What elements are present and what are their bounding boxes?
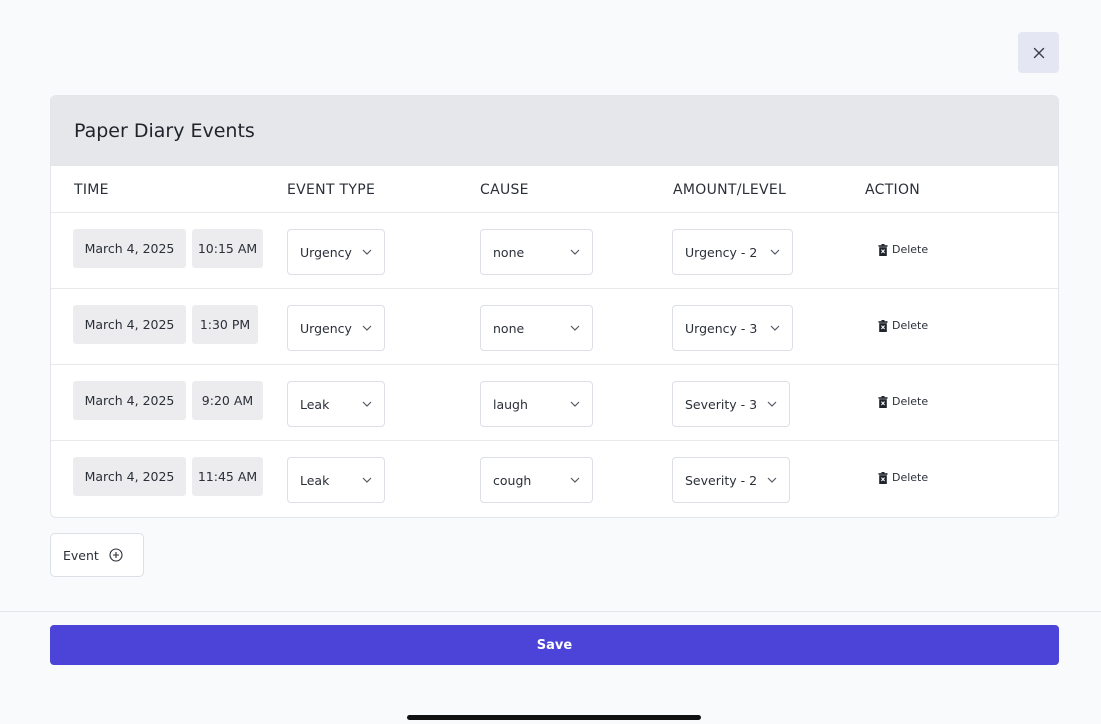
table-header: TIME EVENT TYPE CAUSE AMOUNT/LEVEL ACTIO…	[51, 166, 1058, 213]
column-header-cause: CAUSE	[480, 181, 529, 198]
trash-icon	[878, 395, 888, 408]
table-row: March 4, 2025 1:30 PM Urgency none Urgen…	[51, 289, 1058, 365]
chevron-down-icon	[767, 477, 777, 483]
add-event-button[interactable]: Event	[50, 533, 144, 577]
home-indicator	[407, 715, 701, 720]
time-field[interactable]: 10:15 AM	[192, 229, 263, 268]
event-type-value: Urgency	[300, 244, 352, 260]
card-title: Paper Diary Events	[74, 120, 255, 142]
time-field[interactable]: 1:30 PM	[192, 305, 258, 344]
date-field[interactable]: March 4, 2025	[73, 457, 186, 496]
amount-level-select[interactable]: Severity - 3	[672, 381, 790, 427]
chevron-down-icon	[770, 325, 780, 331]
chevron-down-icon	[570, 401, 580, 407]
date-field[interactable]: March 4, 2025	[73, 381, 186, 420]
table-row: March 4, 2025 9:20 AM Leak laugh Severit…	[51, 365, 1058, 441]
footer-divider	[0, 611, 1101, 612]
amount-level-select[interactable]: Urgency - 3	[672, 305, 793, 351]
delete-label: Delete	[892, 471, 929, 484]
chevron-down-icon	[570, 325, 580, 331]
chevron-down-icon	[770, 249, 780, 255]
column-header-amount-level: AMOUNT/LEVEL	[673, 181, 787, 198]
cause-select[interactable]: laugh	[480, 381, 593, 427]
event-type-select[interactable]: Leak	[287, 381, 385, 427]
event-type-value: Leak	[300, 472, 330, 488]
cause-value: cough	[493, 472, 532, 488]
event-type-select[interactable]: Urgency	[287, 229, 385, 275]
delete-label: Delete	[892, 319, 929, 332]
amount-level-value: Severity - 3	[685, 396, 758, 412]
chevron-down-icon	[362, 325, 372, 331]
delete-button[interactable]: Delete	[878, 471, 928, 484]
table-row: March 4, 2025 10:15 AM Urgency none Urge…	[51, 213, 1058, 289]
amount-level-value: Urgency - 3	[685, 320, 758, 336]
save-button[interactable]: Save	[50, 625, 1059, 665]
cause-select[interactable]: none	[480, 229, 593, 275]
chevron-down-icon	[362, 477, 372, 483]
column-header-event-type: EVENT TYPE	[287, 181, 376, 198]
trash-icon	[878, 319, 888, 332]
trash-icon	[878, 471, 888, 484]
cause-value: none	[493, 244, 525, 260]
date-field[interactable]: March 4, 2025	[73, 229, 186, 268]
time-field[interactable]: 11:45 AM	[192, 457, 263, 496]
amount-level-value: Urgency - 2	[685, 244, 758, 260]
cause-select[interactable]: cough	[480, 457, 593, 503]
delete-label: Delete	[892, 243, 929, 256]
card-header: Paper Diary Events	[51, 96, 1058, 166]
chevron-down-icon	[362, 249, 372, 255]
chevron-down-icon	[362, 401, 372, 407]
trash-icon	[878, 243, 888, 256]
chevron-down-icon	[767, 401, 777, 407]
delete-button[interactable]: Delete	[878, 395, 928, 408]
table-row: March 4, 2025 11:45 AM Leak cough Severi…	[51, 441, 1058, 517]
cause-select[interactable]: none	[480, 305, 593, 351]
chevron-down-icon	[570, 477, 580, 483]
edit-events-modal: Paper Diary Events TIME EVENT TYPE CAUSE…	[0, 0, 1101, 724]
events-card: Paper Diary Events TIME EVENT TYPE CAUSE…	[50, 95, 1059, 518]
cause-value: none	[493, 320, 525, 336]
amount-level-select[interactable]: Severity - 2	[672, 457, 790, 503]
add-event-label: Event	[63, 547, 99, 563]
delete-label: Delete	[892, 395, 929, 408]
column-header-time: TIME	[74, 181, 109, 198]
plus-circle-icon	[109, 548, 123, 562]
delete-button[interactable]: Delete	[878, 243, 928, 256]
chevron-down-icon	[570, 249, 580, 255]
event-type-value: Urgency	[300, 320, 352, 336]
time-field[interactable]: 9:20 AM	[192, 381, 263, 420]
close-button[interactable]	[1018, 32, 1059, 73]
column-header-action: ACTION	[865, 181, 921, 198]
cause-value: laugh	[493, 396, 528, 412]
close-icon	[1033, 47, 1044, 58]
date-field[interactable]: March 4, 2025	[73, 305, 186, 344]
event-type-select[interactable]: Urgency	[287, 305, 385, 351]
amount-level-value: Severity - 2	[685, 472, 758, 488]
event-type-select[interactable]: Leak	[287, 457, 385, 503]
amount-level-select[interactable]: Urgency - 2	[672, 229, 793, 275]
delete-button[interactable]: Delete	[878, 319, 928, 332]
event-type-value: Leak	[300, 396, 330, 412]
